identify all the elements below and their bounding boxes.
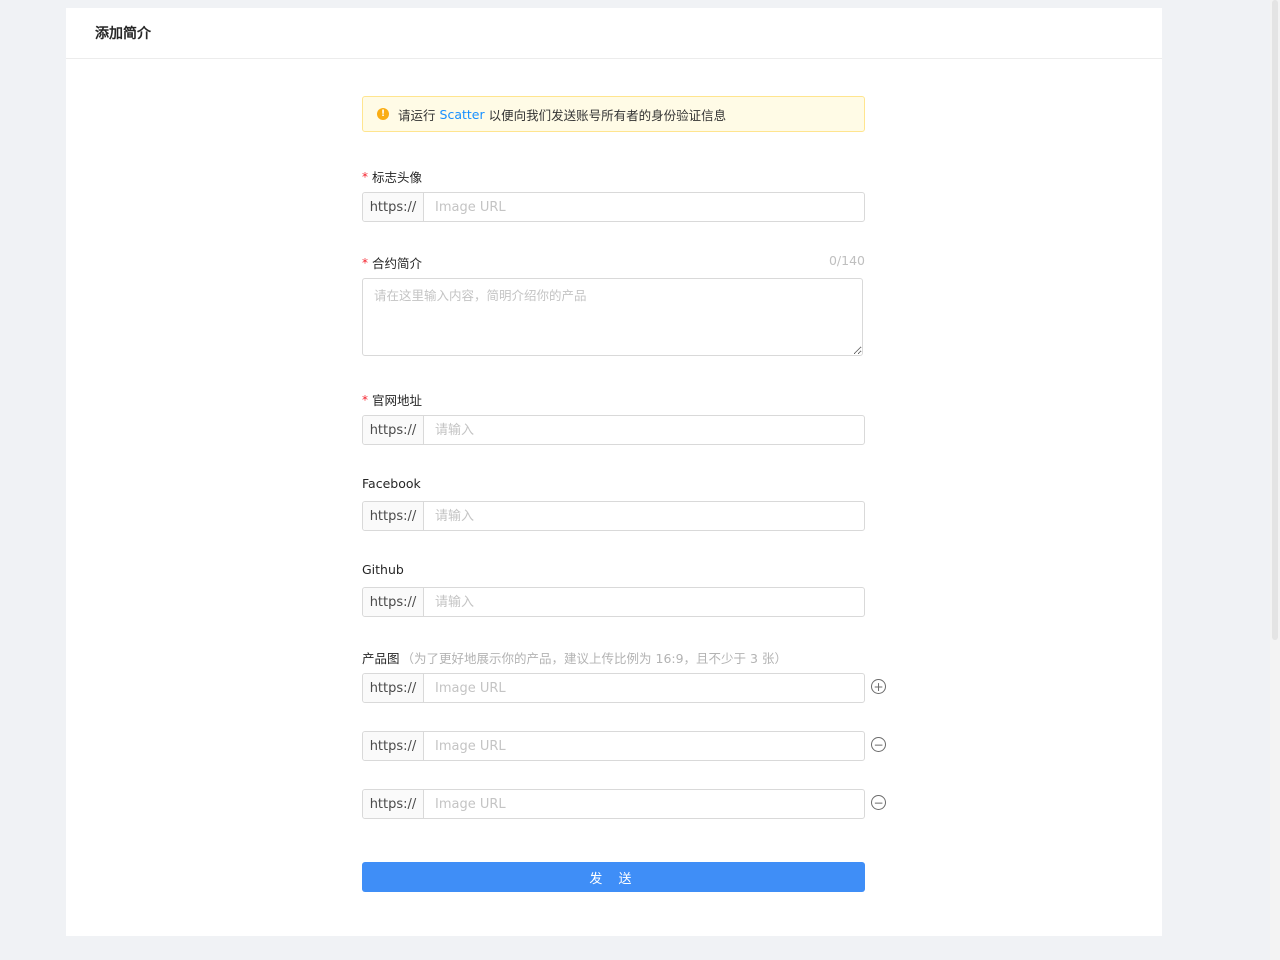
scrollbar-thumb[interactable]: [1272, 0, 1278, 640]
intro-label-text: 合约简介: [372, 256, 423, 271]
product-images-label-text: 产品图: [362, 651, 400, 666]
intro-char-counter: 0/140: [828, 253, 865, 268]
product-image-url-input[interactable]: [424, 732, 864, 760]
github-url-input[interactable]: [424, 588, 864, 616]
product-image-url-input[interactable]: [424, 790, 864, 818]
product-image-input-group: https://: [362, 789, 865, 819]
product-image-input-group: https://: [362, 731, 865, 761]
remove-image-icon[interactable]: −: [871, 795, 886, 810]
github-label: Github: [362, 562, 404, 577]
logo-label: * 标志头像: [362, 167, 422, 186]
facebook-input-group: https://: [362, 501, 865, 531]
url-prefix-addon: https://: [363, 790, 424, 818]
scatter-link[interactable]: Scatter: [440, 107, 485, 122]
website-label: * 官网地址: [362, 390, 422, 409]
website-input-group: https://: [362, 415, 865, 445]
form-card: 添加简介 ! 请运行 Scatter 以便向我们发送账号所有者的身份验证信息 *…: [66, 8, 1162, 936]
url-prefix-addon: https://: [363, 416, 424, 444]
send-button[interactable]: 发 送: [362, 862, 865, 892]
url-prefix-addon: https://: [363, 502, 424, 530]
github-label-text: Github: [362, 562, 404, 577]
alert-suffix: 以便向我们发送账号所有者的身份验证信息: [488, 107, 727, 123]
product-image-input-group: https://: [362, 673, 865, 703]
alert-prefix: 请运行: [398, 107, 436, 123]
product-images-hint: （为了更好地展示你的产品，建议上传比例为 16:9，且不少于 3 张）: [401, 651, 787, 666]
website-label-text: 官网地址: [372, 393, 423, 408]
page-title: 添加简介: [66, 8, 1162, 59]
product-image-url-input[interactable]: [424, 674, 864, 702]
required-mark: *: [362, 169, 368, 184]
url-prefix-addon: https://: [363, 193, 424, 221]
logo-label-text: 标志头像: [372, 170, 423, 185]
remove-image-icon[interactable]: −: [871, 737, 886, 752]
warning-icon: !: [377, 108, 389, 120]
logo-url-input[interactable]: [424, 193, 864, 221]
logo-input-group: https://: [362, 192, 865, 222]
intro-textarea[interactable]: [362, 278, 863, 356]
facebook-label-text: Facebook: [362, 476, 421, 491]
url-prefix-addon: https://: [363, 674, 424, 702]
add-image-icon[interactable]: +: [871, 679, 886, 694]
website-url-input[interactable]: [424, 416, 864, 444]
url-prefix-addon: https://: [363, 588, 424, 616]
facebook-label: Facebook: [362, 476, 421, 491]
scatter-alert: ! 请运行 Scatter 以便向我们发送账号所有者的身份验证信息: [362, 96, 865, 132]
product-images-label: 产品图 （为了更好地展示你的产品，建议上传比例为 16:9，且不少于 3 张）: [362, 648, 787, 667]
intro-label: * 合约简介: [362, 253, 422, 272]
facebook-url-input[interactable]: [424, 502, 864, 530]
github-input-group: https://: [362, 587, 865, 617]
url-prefix-addon: https://: [363, 732, 424, 760]
required-mark: *: [362, 392, 368, 407]
required-mark: *: [362, 255, 368, 270]
